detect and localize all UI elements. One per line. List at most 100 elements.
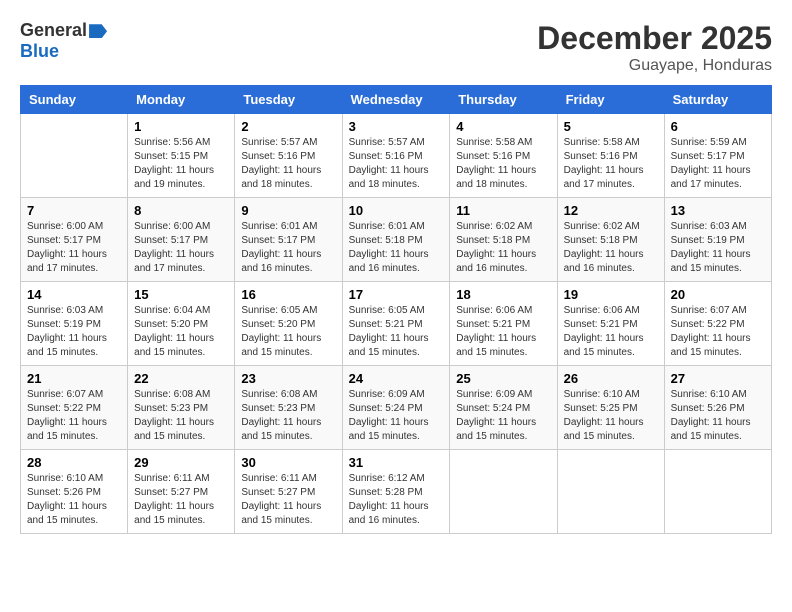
day-info: Sunrise: 6:10 AM Sunset: 5:25 PM Dayligh… xyxy=(564,388,658,444)
logo-text: General Blue xyxy=(20,20,107,62)
day-number: 4 xyxy=(456,119,550,134)
calendar-cell: 21 Sunrise: 6:07 AM Sunset: 5:22 PM Dayli… xyxy=(21,366,128,450)
day-info: Sunrise: 6:05 AM Sunset: 5:20 PM Dayligh… xyxy=(241,304,335,360)
day-info: Sunrise: 6:05 AM Sunset: 5:21 PM Dayligh… xyxy=(349,304,444,360)
day-info: Sunrise: 5:59 AM Sunset: 5:17 PM Dayligh… xyxy=(671,136,765,192)
calendar-cell: 14 Sunrise: 6:03 AM Sunset: 5:19 PM Dayli… xyxy=(21,282,128,366)
day-number: 9 xyxy=(241,203,335,218)
week-row-2: 7Sunrise: 6:00 AM Sunset: 5:17 PM Daylig… xyxy=(21,198,772,282)
day-number: 18 xyxy=(456,287,550,302)
day-info: Sunrise: 6:01 AM Sunset: 5:18 PM Dayligh… xyxy=(349,220,444,276)
day-number: 17 xyxy=(349,287,444,302)
weekday-header-sunday: Sunday xyxy=(21,86,128,114)
calendar-cell: 3 Sunrise: 5:57 AM Sunset: 5:16 PM Daylig… xyxy=(342,114,450,198)
day-number: 1 xyxy=(134,119,228,134)
calendar-cell: 20Sunrise: 6:07 AM Sunset: 5:22 PM Dayli… xyxy=(664,282,771,366)
calendar-cell: 5 Sunrise: 5:58 AM Sunset: 5:16 PM Daylig… xyxy=(557,114,664,198)
calendar-cell: 27Sunrise: 6:10 AM Sunset: 5:26 PM Dayli… xyxy=(664,366,771,450)
day-number: 5 xyxy=(564,119,658,134)
calendar-cell: 9 Sunrise: 6:01 AM Sunset: 5:17 PM Daylig… xyxy=(235,198,342,282)
calendar-cell: 2 Sunrise: 5:57 AM Sunset: 5:16 PM Daylig… xyxy=(235,114,342,198)
weekday-header-friday: Friday xyxy=(557,86,664,114)
week-row-3: 14 Sunrise: 6:03 AM Sunset: 5:19 PM Dayli… xyxy=(21,282,772,366)
day-number: 3 xyxy=(349,119,444,134)
day-number: 20 xyxy=(671,287,765,302)
calendar-table: SundayMondayTuesdayWednesdayThursdayFrid… xyxy=(20,85,772,534)
week-row-5: 28 Sunrise: 6:10 AM Sunset: 5:26 PM Dayli… xyxy=(21,450,772,534)
day-info: Sunrise: 5:58 AM Sunset: 5:16 PM Dayligh… xyxy=(456,136,550,192)
day-number: 13 xyxy=(671,203,765,218)
logo-icon xyxy=(89,24,107,38)
logo: General Blue xyxy=(20,20,107,62)
calendar-cell: 31Sunrise: 6:12 AM Sunset: 5:28 PM Dayli… xyxy=(342,450,450,534)
day-info: Sunrise: 6:00 AM Sunset: 5:17 PM Dayligh… xyxy=(27,220,121,276)
calendar-cell xyxy=(450,450,557,534)
day-info: Sunrise: 6:03 AM Sunset: 5:19 PM Dayligh… xyxy=(671,220,765,276)
calendar-cell: 16Sunrise: 6:05 AM Sunset: 5:20 PM Dayli… xyxy=(235,282,342,366)
logo-blue: Blue xyxy=(20,41,59,61)
day-number: 6 xyxy=(671,119,765,134)
title-block: December 2025 Guayape, Honduras xyxy=(537,20,772,75)
day-number: 29 xyxy=(134,455,228,470)
calendar-cell: 11 Sunrise: 6:02 AM Sunset: 5:18 PM Dayli… xyxy=(450,198,557,282)
calendar-cell: 26 Sunrise: 6:10 AM Sunset: 5:25 PM Dayli… xyxy=(557,366,664,450)
day-number: 21 xyxy=(27,371,121,386)
week-row-1: 1 Sunrise: 5:56 AM Sunset: 5:15 PM Daylig… xyxy=(21,114,772,198)
calendar-cell: 30 Sunrise: 6:11 AM Sunset: 5:27 PM Dayli… xyxy=(235,450,342,534)
day-number: 28 xyxy=(27,455,121,470)
logo-general: General xyxy=(20,20,87,40)
day-info: Sunrise: 6:11 AM Sunset: 5:27 PM Dayligh… xyxy=(134,472,228,528)
page-header: General Blue December 2025 Guayape, Hond… xyxy=(20,20,772,75)
day-info: Sunrise: 6:03 AM Sunset: 5:19 PM Dayligh… xyxy=(27,304,121,360)
day-info: Sunrise: 6:04 AM Sunset: 5:20 PM Dayligh… xyxy=(134,304,228,360)
calendar-cell: 22Sunrise: 6:08 AM Sunset: 5:23 PM Dayli… xyxy=(128,366,235,450)
day-number: 11 xyxy=(456,203,550,218)
calendar-cell: 24Sunrise: 6:09 AM Sunset: 5:24 PM Dayli… xyxy=(342,366,450,450)
weekday-header-tuesday: Tuesday xyxy=(235,86,342,114)
calendar-cell: 25 Sunrise: 6:09 AM Sunset: 5:24 PM Dayli… xyxy=(450,366,557,450)
day-number: 27 xyxy=(671,371,765,386)
day-info: Sunrise: 6:10 AM Sunset: 5:26 PM Dayligh… xyxy=(27,472,121,528)
day-number: 30 xyxy=(241,455,335,470)
calendar-cell: 10 Sunrise: 6:01 AM Sunset: 5:18 PM Dayli… xyxy=(342,198,450,282)
calendar-cell: 7Sunrise: 6:00 AM Sunset: 5:17 PM Daylig… xyxy=(21,198,128,282)
day-number: 31 xyxy=(349,455,444,470)
day-number: 10 xyxy=(349,203,444,218)
day-info: Sunrise: 6:01 AM Sunset: 5:17 PM Dayligh… xyxy=(241,220,335,276)
month-title: December 2025 xyxy=(537,20,772,57)
calendar-cell: 23Sunrise: 6:08 AM Sunset: 5:23 PM Dayli… xyxy=(235,366,342,450)
day-number: 25 xyxy=(456,371,550,386)
day-number: 2 xyxy=(241,119,335,134)
day-info: Sunrise: 6:00 AM Sunset: 5:17 PM Dayligh… xyxy=(134,220,228,276)
day-info: Sunrise: 6:11 AM Sunset: 5:27 PM Dayligh… xyxy=(241,472,335,528)
day-info: Sunrise: 5:56 AM Sunset: 5:15 PM Dayligh… xyxy=(134,136,228,192)
day-info: Sunrise: 5:57 AM Sunset: 5:16 PM Dayligh… xyxy=(349,136,444,192)
calendar-cell xyxy=(557,450,664,534)
week-row-4: 21 Sunrise: 6:07 AM Sunset: 5:22 PM Dayli… xyxy=(21,366,772,450)
day-info: Sunrise: 6:09 AM Sunset: 5:24 PM Dayligh… xyxy=(456,388,550,444)
calendar-cell: 12 Sunrise: 6:02 AM Sunset: 5:18 PM Dayli… xyxy=(557,198,664,282)
calendar-cell: 8Sunrise: 6:00 AM Sunset: 5:17 PM Daylig… xyxy=(128,198,235,282)
calendar-cell: 29 Sunrise: 6:11 AM Sunset: 5:27 PM Dayli… xyxy=(128,450,235,534)
day-info: Sunrise: 6:06 AM Sunset: 5:21 PM Dayligh… xyxy=(564,304,658,360)
day-info: Sunrise: 5:58 AM Sunset: 5:16 PM Dayligh… xyxy=(564,136,658,192)
day-info: Sunrise: 6:07 AM Sunset: 5:22 PM Dayligh… xyxy=(27,388,121,444)
day-info: Sunrise: 6:02 AM Sunset: 5:18 PM Dayligh… xyxy=(564,220,658,276)
day-info: Sunrise: 6:06 AM Sunset: 5:21 PM Dayligh… xyxy=(456,304,550,360)
weekday-header-wednesday: Wednesday xyxy=(342,86,450,114)
day-info: Sunrise: 6:02 AM Sunset: 5:18 PM Dayligh… xyxy=(456,220,550,276)
weekday-header-row: SundayMondayTuesdayWednesdayThursdayFrid… xyxy=(21,86,772,114)
day-number: 22 xyxy=(134,371,228,386)
day-number: 26 xyxy=(564,371,658,386)
day-number: 15 xyxy=(134,287,228,302)
calendar-cell: 6 Sunrise: 5:59 AM Sunset: 5:17 PM Daylig… xyxy=(664,114,771,198)
calendar-cell: 1 Sunrise: 5:56 AM Sunset: 5:15 PM Daylig… xyxy=(128,114,235,198)
calendar-cell: 17 Sunrise: 6:05 AM Sunset: 5:21 PM Dayli… xyxy=(342,282,450,366)
calendar-cell: 15 Sunrise: 6:04 AM Sunset: 5:20 PM Dayli… xyxy=(128,282,235,366)
day-number: 14 xyxy=(27,287,121,302)
day-number: 23 xyxy=(241,371,335,386)
calendar-cell xyxy=(664,450,771,534)
calendar-cell: 28 Sunrise: 6:10 AM Sunset: 5:26 PM Dayli… xyxy=(21,450,128,534)
day-number: 12 xyxy=(564,203,658,218)
day-info: Sunrise: 5:57 AM Sunset: 5:16 PM Dayligh… xyxy=(241,136,335,192)
